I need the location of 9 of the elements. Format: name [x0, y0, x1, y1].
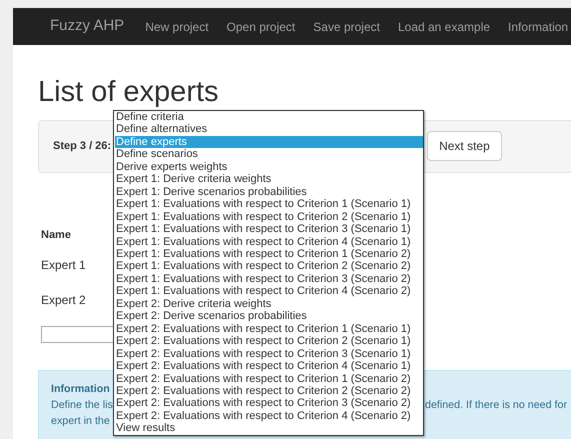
info-text: Define the lis — [51, 398, 113, 413]
info-text: defined. If there is no need for — [425, 398, 568, 413]
table-cell: Expert 1 — [41, 258, 86, 272]
page-title: List of experts — [38, 75, 220, 110]
step-label: Step 3 / 26: — [53, 139, 112, 154]
info-text: expert in the — [51, 414, 110, 429]
column-header: Name — [41, 228, 71, 241]
info-title: Information — [51, 382, 110, 395]
table-cell: Expert 2 — [41, 292, 86, 307]
